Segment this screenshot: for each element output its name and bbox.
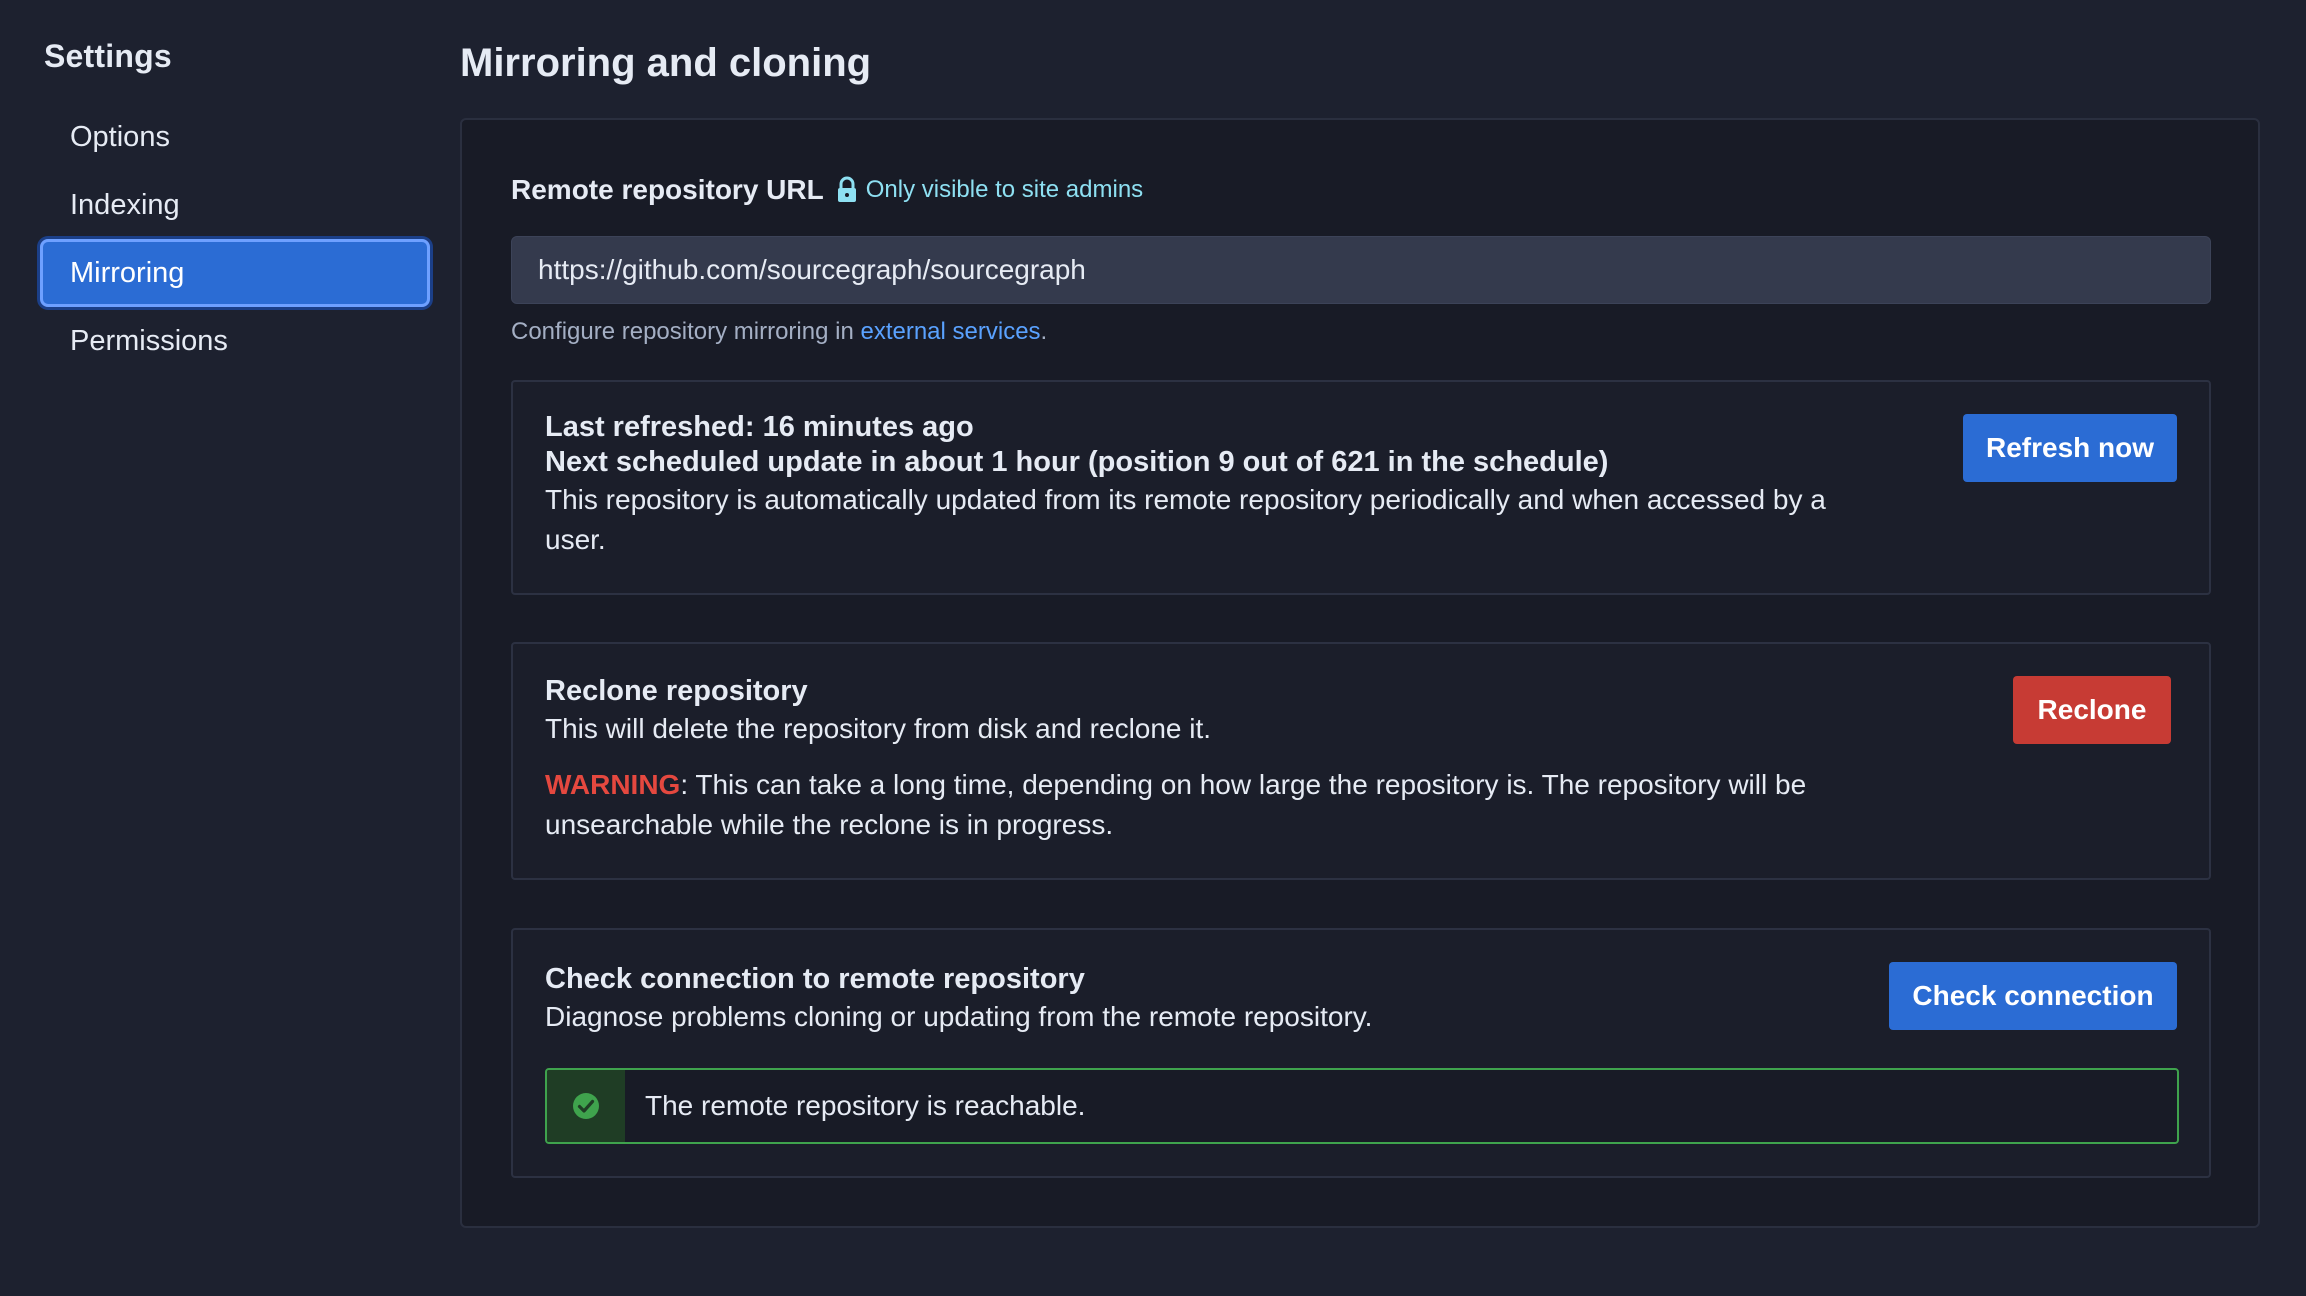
- reclone-description: This will delete the repository from dis…: [545, 709, 1925, 749]
- reclone-button[interactable]: Reclone: [2013, 676, 2171, 744]
- reclone-panel: Reclone repository This will delete the …: [511, 642, 2211, 880]
- remote-url-label-row: Remote repository URL Only visible to si…: [511, 170, 2209, 210]
- settings-sidebar: Settings Options Indexing Mirroring Perm…: [0, 0, 460, 1296]
- lock-icon: [836, 176, 858, 204]
- admin-visibility-note: Only visible to site admins: [866, 176, 1143, 204]
- refresh-description: This repository is automatically updated…: [545, 480, 1905, 560]
- refresh-panel: Last refreshed: 16 minutes ago Next sche…: [511, 380, 2211, 595]
- check-connection-title: Check connection to remote repository: [545, 962, 1845, 997]
- reclone-title: Reclone repository: [545, 674, 1925, 709]
- mirroring-help-text: Configure repository mirroring in extern…: [511, 316, 2209, 348]
- main-content: Mirroring and cloning Remote repository …: [460, 0, 2260, 88]
- help-prefix: Configure repository mirroring in: [511, 318, 860, 345]
- external-services-link[interactable]: external services: [860, 318, 1040, 345]
- reclone-warning: WARNING: This can take a long time, depe…: [545, 765, 1925, 845]
- check-connection-description: Diagnose problems cloning or updating fr…: [545, 997, 1845, 1037]
- sidebar-item-options[interactable]: Options: [40, 103, 430, 171]
- page-title: Mirroring and cloning: [460, 38, 2260, 88]
- refresh-now-button[interactable]: Refresh now: [1963, 414, 2177, 482]
- warning-label: WARNING: [545, 769, 680, 800]
- check-connection-button[interactable]: Check connection: [1889, 962, 2177, 1030]
- refresh-description-line1: This repository is automatically updated…: [545, 484, 1826, 515]
- next-update-text: Next scheduled update in about 1 hour (p…: [545, 445, 1905, 480]
- check-circle-icon: [571, 1091, 601, 1121]
- sidebar-item-permissions[interactable]: Permissions: [40, 307, 430, 375]
- refresh-description-line2: user.: [545, 524, 606, 555]
- last-refreshed-text: Last refreshed: 16 minutes ago: [545, 410, 1905, 445]
- help-suffix: .: [1041, 318, 1048, 345]
- warning-text-line1: : This can take a long time, depending o…: [680, 769, 1806, 800]
- status-text: The remote repository is reachable.: [645, 1090, 1085, 1122]
- sidebar-item-mirroring[interactable]: Mirroring: [40, 239, 430, 307]
- check-connection-panel: Check connection to remote repository Di…: [511, 928, 2211, 1178]
- remote-url-input[interactable]: [511, 236, 2211, 304]
- sidebar-title: Settings: [44, 38, 460, 75]
- sidebar-item-indexing[interactable]: Indexing: [40, 171, 430, 239]
- mirroring-card: Remote repository URL Only visible to si…: [460, 118, 2260, 1228]
- remote-url-label: Remote repository URL: [511, 174, 824, 206]
- warning-text-line2: unsearchable while the reclone is in pro…: [545, 809, 1113, 840]
- status-icon-area: [547, 1070, 625, 1142]
- connection-status-alert: The remote repository is reachable.: [545, 1068, 2179, 1144]
